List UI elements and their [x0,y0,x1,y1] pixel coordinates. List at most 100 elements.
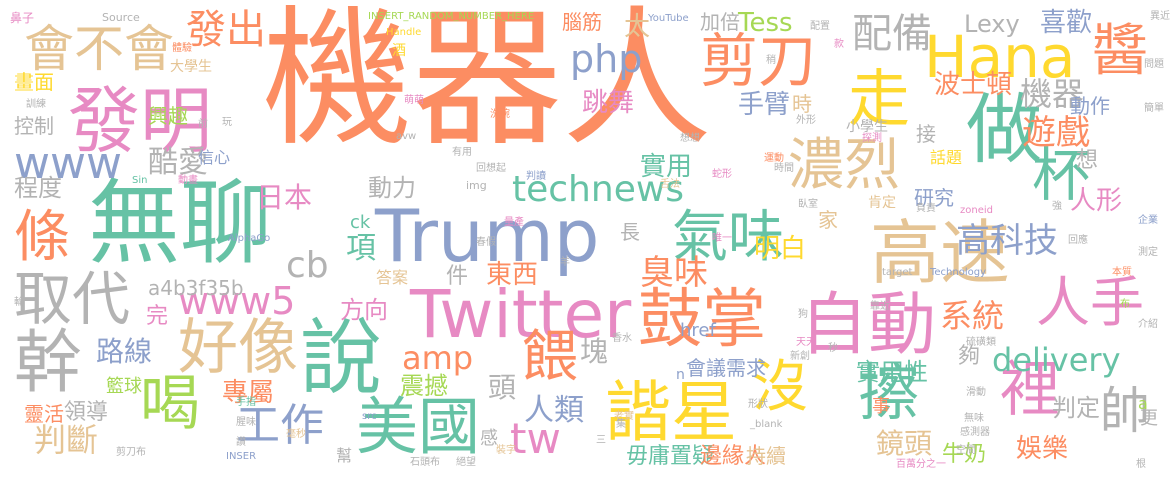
word-xinchuang: 新創 [790,351,810,362]
word-wenti: 問題 [1144,59,1164,70]
word-chunwei: 春假 [476,237,496,248]
word-kendin: 肯定 [868,195,896,211]
word-lexy: Lexy [964,10,1020,38]
word-tantao: 探測 [862,133,882,144]
word-zidong: 自動 [800,286,937,365]
word-youxi: 遊戲 [1022,113,1090,153]
word-gaokeji: 高科技 [956,221,1058,261]
word-jian: 件 [446,264,469,289]
word-wuoshi: 臥室 [798,199,818,210]
word-xiangxiang: 想想 [680,133,700,144]
word-blank: _blank [750,419,783,430]
word-meiguo: 美國 [356,390,481,463]
word-shefa: 舌法 [660,179,680,190]
word-kongzhi: 控制 [14,114,54,138]
word-peizhi: 配置 [810,21,830,32]
word-bu: 布 [1120,299,1130,310]
word-fuqi: 負責 [916,203,936,214]
word-weiyi: 唯一 [712,233,732,244]
word-jiyu: 集 [616,419,626,430]
word-dongmian: 動畫 [178,175,198,186]
word-lanqiu: 籃球 [106,376,142,397]
word-huadong: 滑動 [966,387,986,398]
word-zhenhan: 震撼 [400,372,448,400]
word-fachu: 發出 [186,7,266,53]
word-huizbuhui: 會不會 [24,20,174,78]
word-peibei: 配備 [852,11,932,57]
word-wei: 餵 [522,325,578,390]
word-panding: 判定 [1052,394,1100,422]
word-he: 喝 [140,369,200,439]
word-jiu: 酒 [392,43,406,59]
word-technology: Technology [930,267,987,278]
word-zan: 讚 [236,437,246,448]
word-liukuo: 硫磺類 [966,337,996,348]
word-nongl: 濃烈 [788,133,900,198]
word-niu: 輪 [14,297,24,308]
word-panduan: 判斷 [34,421,99,459]
word-wan: 完 [146,304,169,329]
word-tiyan: 體驗 [172,43,192,54]
word-wuwei: 無味 [964,413,984,424]
word-qiang: 強 [1052,201,1062,212]
word-target: target [882,267,913,278]
word-chouwei: 臭味 [640,253,708,293]
word-jingtou: 鏡頭 [876,427,933,460]
word-huiyi2: 回應 [1068,235,1088,246]
word-chixu: 持續 [746,444,786,468]
word-ck: ck [350,212,371,233]
word-n: n [676,367,685,383]
word-delivery: delivery [992,341,1121,379]
word-tai: 太 [624,12,651,42]
word-weizi: 鼻子 [10,11,35,25]
word-href: href [680,320,716,341]
word-gan: 幹 [14,324,83,403]
word-a4b3: a4b3f35b [148,276,244,300]
word-jiaoqi: 絕望 [456,457,476,468]
word-youyong: 有用 [452,147,472,158]
word-xiang: 想 [1076,148,1099,173]
word-fangxiang: 方向 [340,296,388,324]
word-yang: 羊 [560,257,570,268]
word-xiaoxuesheng: 小學生 [846,119,888,135]
word-dongxi: 東西 [486,260,539,290]
word-renxing: 人形 [1070,186,1123,216]
word-a: a [1138,394,1148,413]
word-huiyi: 會議需求 [686,356,766,380]
word-jiaqiu: 加倍 [700,10,740,34]
word-zoneid: zoneid [960,205,993,216]
word-kongjian: 空間 [956,445,976,456]
word-ganceqi: 感測器 [960,427,990,438]
word-riben: 日本 [256,181,313,214]
word-xinxin: 信心 [198,148,231,167]
word-img: img [466,179,487,192]
word-san: 三 [596,435,606,446]
word-source: Source [102,11,140,24]
word-kuang: 狗 [798,309,808,320]
word-miao: 秒 [828,343,838,354]
word-waixing: 外形 [796,115,816,126]
word-dongzuo: 動作 [1070,94,1110,118]
word-linghuo: 靈活 [24,402,64,426]
word-xiwu: 洗碗 [490,109,510,120]
word-amp: amp [402,339,474,377]
word-xingqu: 興趣 [148,104,188,128]
word-kuan: 款 [834,39,844,50]
word-hanmiao: 毫秒 [286,429,306,440]
word-sin: Sin [132,175,148,186]
word-jianhua: 簡單 [1144,103,1164,114]
word-yule: 娛樂 [1016,434,1069,464]
word-xitong: 系統 [940,297,1005,335]
word-shijian: 時間 [774,163,794,174]
word-jiandao: 剪刀 [700,27,817,95]
word-tou: 頭 [488,371,517,404]
word-qian: 前 [198,119,208,130]
word-cb: cb [286,245,329,286]
word-bositon: 波士頓 [934,70,1013,100]
word-gouwei: 腥味 [236,417,256,428]
word-panjue: 判讀 [526,171,546,182]
word-lingdao: 領導 [64,400,109,425]
word-mingbai: 明白 [754,234,807,264]
word-xunlian: 訓練 [26,99,46,110]
word-yibianchu: 異近 [1150,11,1170,22]
